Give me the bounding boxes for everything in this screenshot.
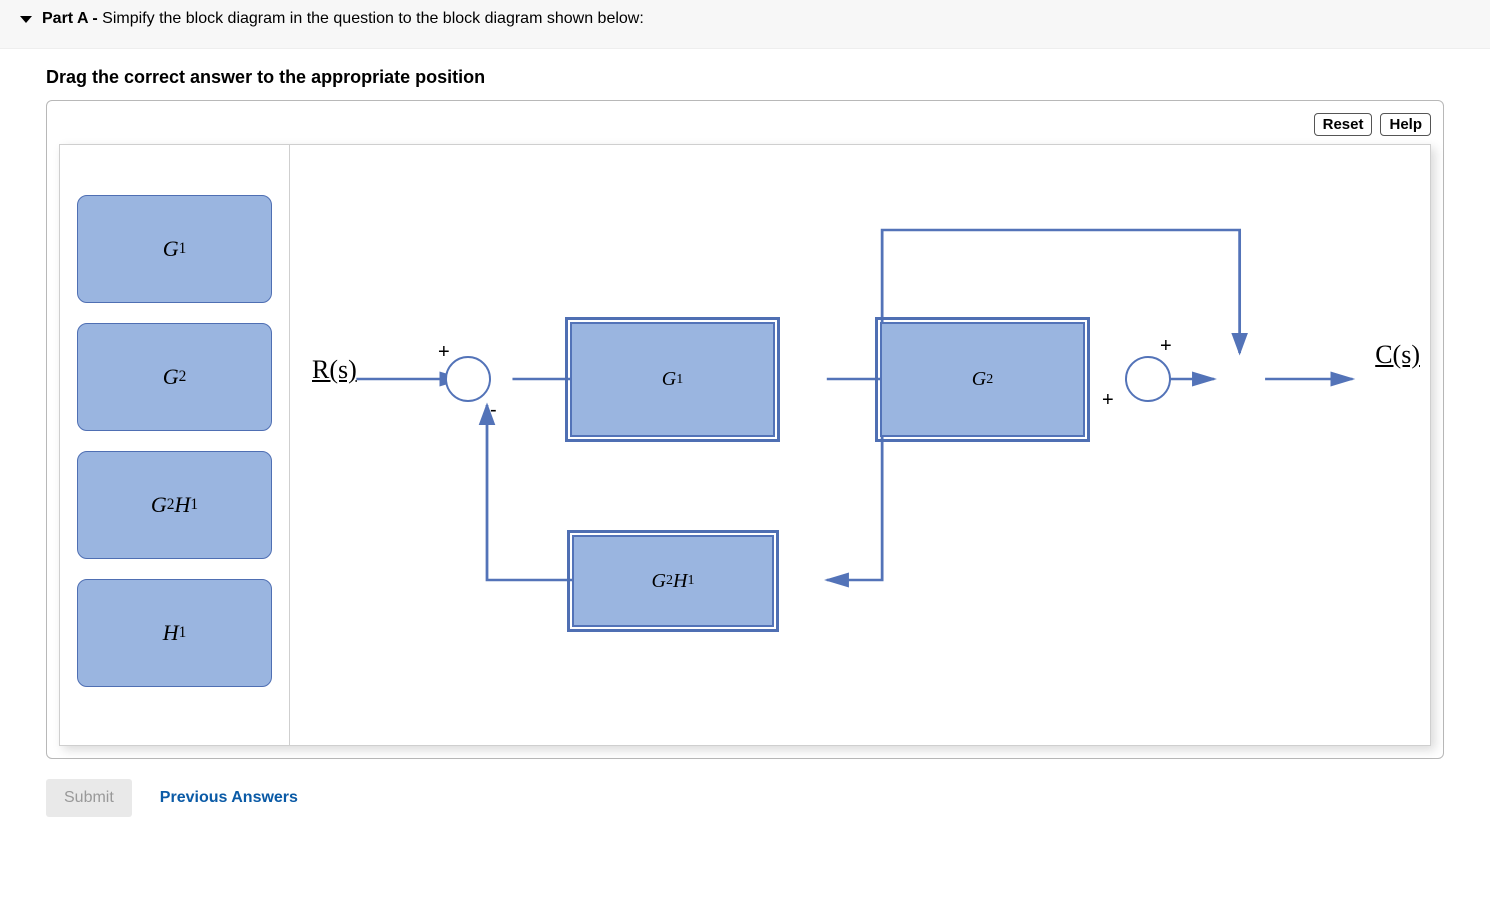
answer-tile-g2[interactable]: G2 xyxy=(77,323,272,431)
diagram-panel: R(s) C(s) + - + + G1 G2 G2H1 xyxy=(290,145,1430,745)
sum2-top-plus-sign: + xyxy=(1160,335,1172,358)
sum1-minus-sign: - xyxy=(490,399,497,422)
placed-block-forward1[interactable]: G1 xyxy=(570,322,775,437)
summing-junction-1 xyxy=(445,356,491,402)
answer-tile-g2h1[interactable]: G2H1 xyxy=(77,451,272,559)
output-label: C(s) xyxy=(1375,340,1420,370)
summing-junction-2 xyxy=(1125,356,1171,402)
instruction-text: Drag the correct answer to the appropria… xyxy=(0,49,1490,100)
help-button[interactable]: Help xyxy=(1380,113,1431,136)
sum1-plus-sign: + xyxy=(438,341,450,364)
placed-block-forward2[interactable]: G2 xyxy=(880,322,1085,437)
answer-tile-g1[interactable]: G1 xyxy=(77,195,272,303)
answer-well: G1 G2 G2H1 H1 xyxy=(60,145,290,745)
placed-block-feedback[interactable]: G2H1 xyxy=(572,535,774,627)
submit-button[interactable]: Submit xyxy=(46,779,132,817)
part-label: Part A - xyxy=(42,10,98,27)
input-label: R(s) xyxy=(312,355,357,385)
sum2-left-plus-sign: + xyxy=(1102,389,1114,412)
reset-button[interactable]: Reset xyxy=(1314,113,1373,136)
work-area: Reset Help G1 G2 G2H1 H1 xyxy=(46,100,1444,759)
collapse-caret-icon[interactable] xyxy=(20,16,32,23)
part-heading: Part A - Simpify the block diagram in th… xyxy=(42,10,644,28)
diagram-wires xyxy=(290,145,1430,745)
part-text: Simpify the block diagram in the questio… xyxy=(102,10,644,27)
previous-answers-link[interactable]: Previous Answers xyxy=(160,789,298,807)
answer-tile-h1[interactable]: H1 xyxy=(77,579,272,687)
